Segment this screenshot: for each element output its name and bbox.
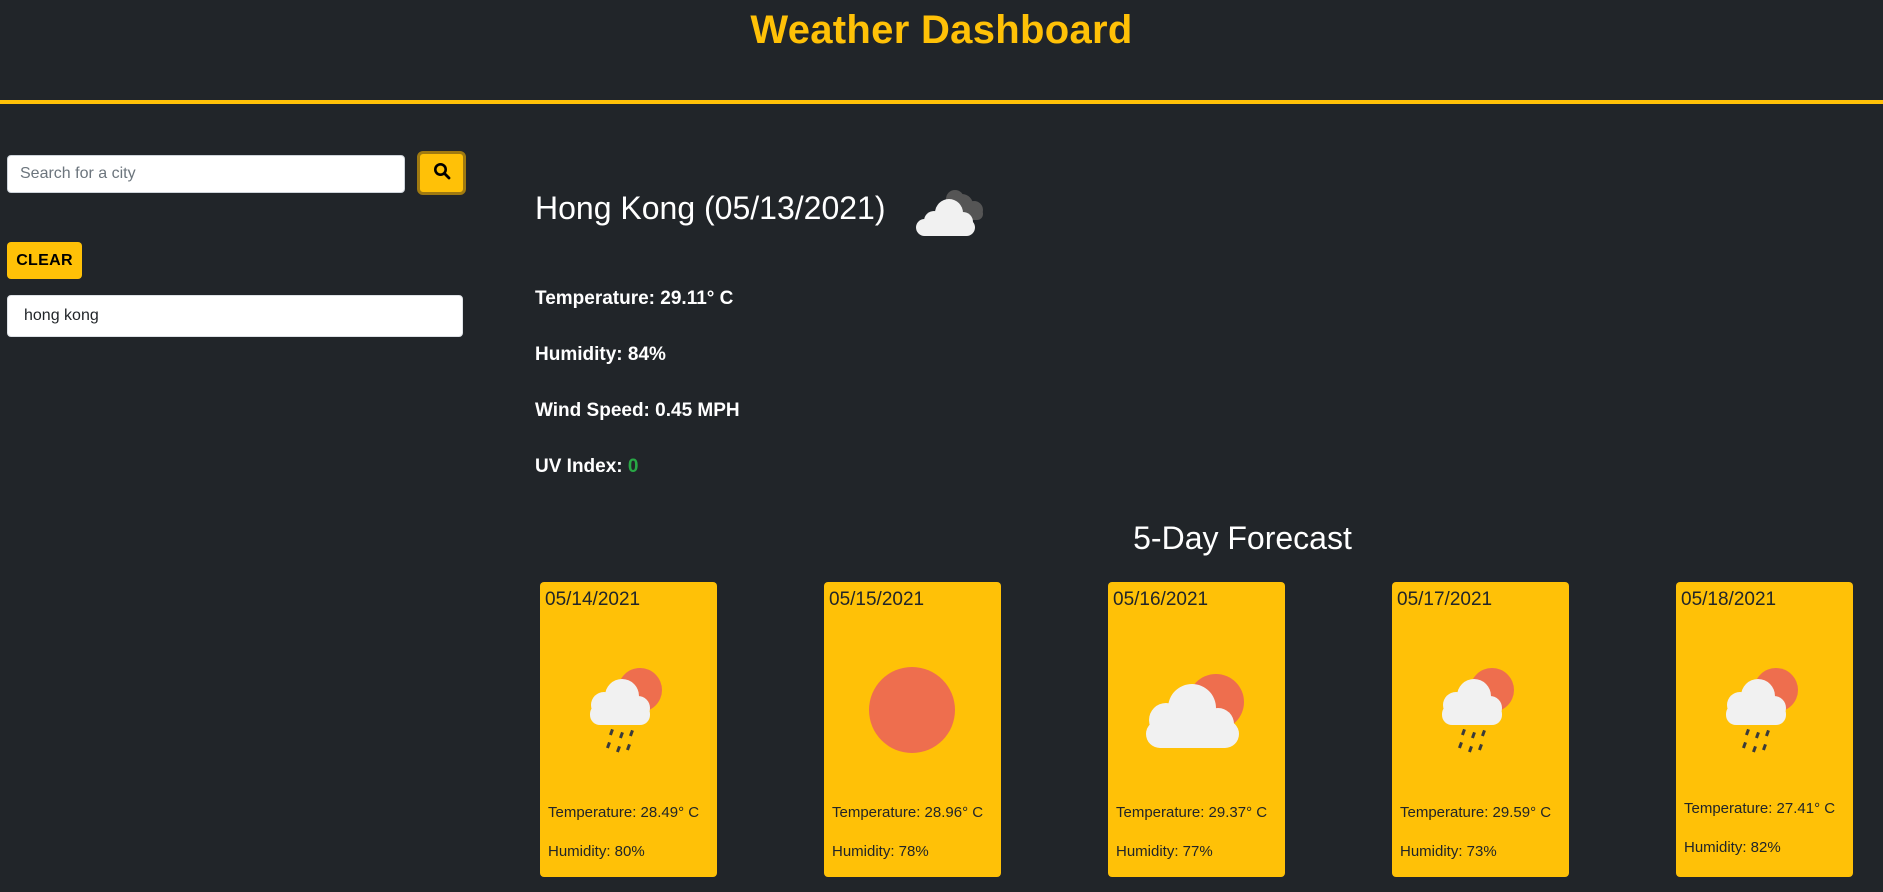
page-title: Weather Dashboard	[750, 8, 1133, 52]
cloud-sun-icon	[1136, 660, 1256, 765]
city-title: Hong Kong (05/13/2021)	[535, 190, 886, 226]
wind-speed-label: Wind Speed: 0.45 MPH	[535, 400, 740, 421]
search-button[interactable]	[417, 151, 466, 195]
forecast-temperature: Temperature: 29.37° C	[1116, 804, 1268, 821]
sun-icon	[862, 660, 962, 765]
forecast-humidity: Humidity: 77%	[1116, 843, 1213, 860]
forecast-card: 05/16/2021 Temperature: 29.37° C Humidit…	[1108, 582, 1285, 877]
forecast-humidity: Humidity: 78%	[832, 843, 929, 860]
forecast-date: 05/16/2021	[1113, 589, 1209, 610]
search-input[interactable]	[7, 155, 405, 193]
cloud-icon	[910, 186, 990, 243]
forecast-title: 5-Day Forecast	[1133, 520, 1352, 556]
header: Weather Dashboard	[0, 0, 1883, 104]
forecast-temperature: Temperature: 28.49° C	[548, 804, 700, 821]
clear-button[interactable]: CLEAR	[7, 242, 82, 279]
forecast-humidity: Humidity: 82%	[1684, 839, 1781, 856]
forecast-card: 05/18/2021 Temperature: 27.41° C Humidit…	[1676, 582, 1853, 877]
forecast-humidity: Humidity: 80%	[548, 843, 645, 860]
uv-index-value: 0	[627, 456, 639, 477]
uv-index-label: UV Index:	[535, 456, 628, 477]
forecast-date: 05/14/2021	[545, 589, 641, 610]
forecast-card: 05/17/2021 Temperature: 29.59° C Humidit…	[1392, 582, 1569, 877]
forecast-humidity: Humidity: 73%	[1400, 843, 1497, 860]
forecast-date: 05/17/2021	[1397, 589, 1493, 610]
history-item[interactable]: hong kong	[7, 295, 463, 337]
forecast-card: 05/14/2021 Temperature: 28.49° C Humidit…	[540, 582, 717, 877]
humidity-label: Humidity: 84%	[535, 344, 666, 365]
rain-sun-icon	[578, 660, 678, 765]
rain-sun-icon	[1714, 660, 1814, 765]
forecast-temperature: Temperature: 27.41° C	[1684, 800, 1836, 817]
search-icon	[433, 162, 451, 185]
forecast-date: 05/18/2021	[1681, 589, 1777, 610]
forecast-card: 05/15/2021 Temperature: 28.96° C Humidit…	[824, 582, 1001, 877]
rain-sun-icon	[1430, 660, 1530, 765]
forecast-temperature: Temperature: 28.96° C	[832, 804, 984, 821]
forecast-temperature: Temperature: 29.59° C	[1400, 804, 1552, 821]
temperature-label: Temperature: 29.11° C	[535, 288, 734, 309]
forecast-date: 05/15/2021	[829, 589, 925, 610]
uv-index: UV Index: 0	[535, 456, 638, 478]
